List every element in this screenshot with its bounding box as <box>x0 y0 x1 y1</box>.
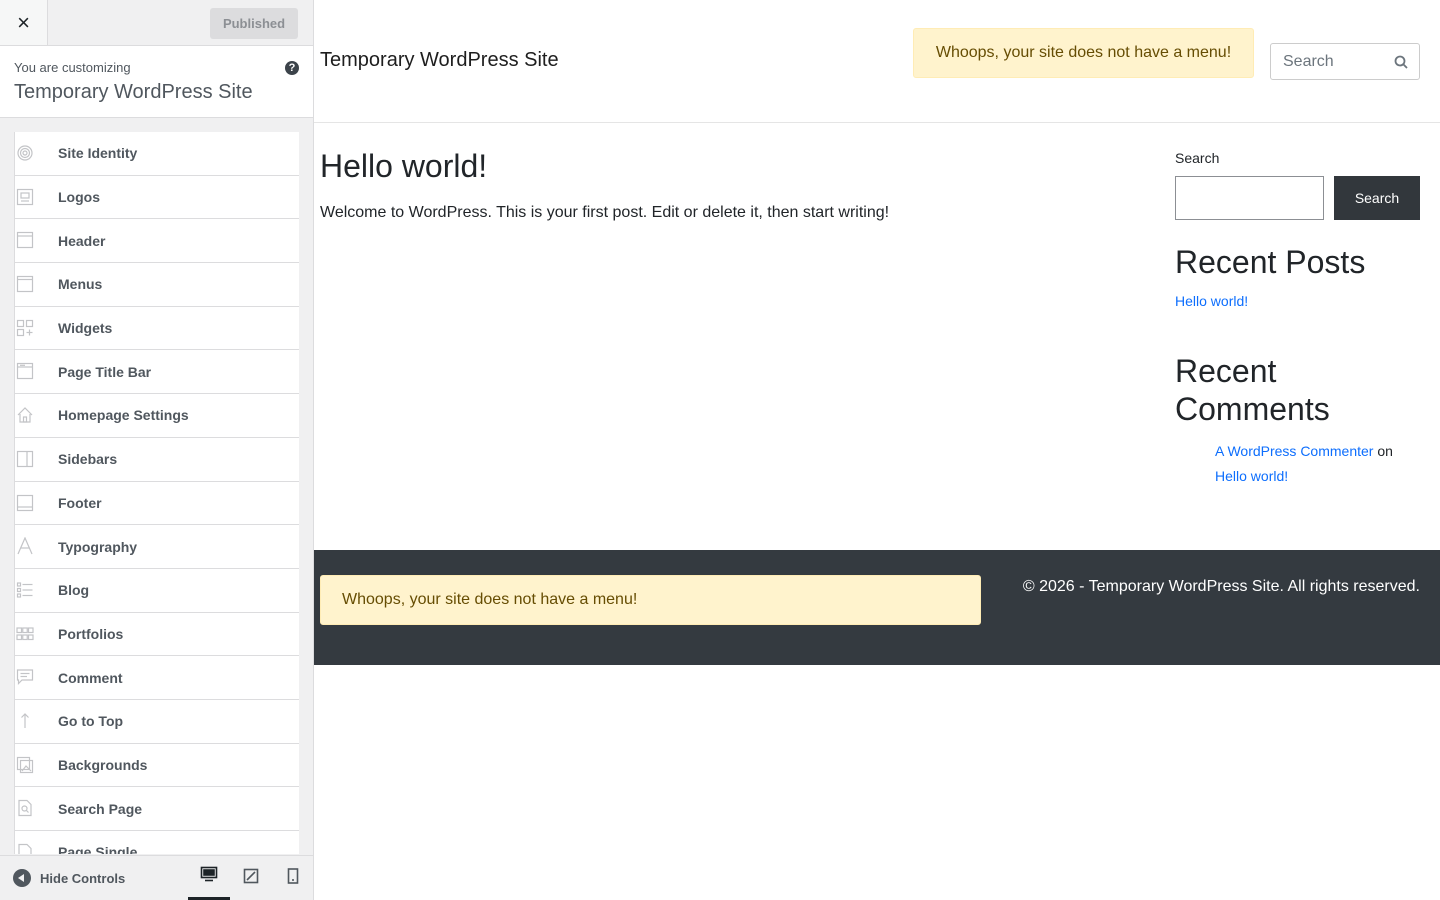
panel-label: Header <box>58 232 106 249</box>
panel-blog[interactable]: Blog <box>14 568 299 613</box>
panel-footer[interactable]: Footer <box>14 481 299 526</box>
recent-comment-item: A WordPress Commenter on Hello world! <box>1215 439 1425 489</box>
title-bar-icon <box>15 361 35 381</box>
help-icon[interactable]: ? <box>285 61 299 75</box>
portfolio-grid-icon <box>15 624 35 644</box>
mobile-icon <box>287 868 299 889</box>
comment-author-link[interactable]: A WordPress Commenter <box>1215 443 1373 459</box>
fingerprint-icon <box>15 143 35 163</box>
site-footer: Whoops, your site does not have a menu! … <box>314 550 1440 665</box>
panel-label: Portfolios <box>58 625 124 642</box>
menu-notice: Whoops, your site does not have a menu! <box>913 28 1254 78</box>
panel-widgets[interactable]: Widgets <box>14 306 299 351</box>
customizing-label: You are customizing <box>14 60 131 75</box>
copyright-text: © 2026 - Temporary WordPress Site. All r… <box>1022 578 1420 595</box>
hide-controls-label: Hide Controls <box>40 870 126 886</box>
panel-label: Backgrounds <box>58 756 148 773</box>
comment-icon <box>15 667 35 687</box>
panel-search-page[interactable]: Search Page <box>14 787 299 831</box>
panel-page-title-bar[interactable]: Page Title Bar <box>14 350 299 395</box>
image-icon <box>15 187 35 207</box>
panel-label: Homepage Settings <box>58 407 189 424</box>
panel-header[interactable]: Header <box>14 219 299 264</box>
panel-logos[interactable]: Logos <box>14 175 299 220</box>
panel-label: Page Single <box>58 844 138 854</box>
panel-go-to-top[interactable]: Go to Top <box>14 699 299 744</box>
site-preview: Temporary WordPress Site Whoops, your si… <box>314 0 1440 900</box>
panel-label: Logos <box>58 189 100 206</box>
arrow-up-icon <box>15 711 35 731</box>
preview-tablet-button[interactable] <box>230 856 272 900</box>
panel-label: Go to Top <box>58 713 124 730</box>
panel-label: Site Identity <box>58 145 138 162</box>
sidebar-search-button[interactable]: Search <box>1334 176 1420 220</box>
panel-menus[interactable]: Menus <box>14 263 299 307</box>
panel-label: Footer <box>58 494 102 511</box>
footer-menu-notice: Whoops, your site does not have a menu! <box>320 575 981 625</box>
search-placeholder: Search <box>1283 53 1334 70</box>
site-title[interactable]: Temporary WordPress Site <box>320 49 559 72</box>
panel-homepage-settings[interactable]: Homepage Settings <box>14 394 299 438</box>
sidebar-search-label: Search <box>1175 150 1220 166</box>
panel-typography[interactable]: Typography <box>14 525 299 569</box>
panel-site-identity[interactable]: Site Identity <box>14 132 299 176</box>
panel-label: Search Page <box>58 800 143 817</box>
hide-controls-button[interactable]: Hide Controls <box>13 869 125 887</box>
panel-label: Menus <box>58 276 103 293</box>
panel-label: Sidebars <box>58 451 118 468</box>
post-content: Welcome to WordPress. This is your first… <box>320 204 890 221</box>
sidebar-search-input[interactable] <box>1175 176 1324 220</box>
customizer-header: × Published <box>0 0 313 46</box>
panel-label: Typography <box>58 538 138 555</box>
panel-backgrounds[interactable]: Backgrounds <box>14 743 299 788</box>
typography-icon <box>15 536 35 556</box>
page-icon <box>15 842 35 854</box>
header-search-input[interactable]: Search <box>1270 43 1420 80</box>
site-header: Temporary WordPress Site Whoops, your si… <box>314 0 1440 123</box>
close-icon: × <box>17 9 30 35</box>
collapse-arrow-icon <box>13 869 31 887</box>
panel-label: Widgets <box>58 320 113 337</box>
search-page-icon <box>15 798 35 818</box>
customizer-sidebar: × Published You are customizing Temporar… <box>0 0 314 900</box>
customizer-panel-list: Site Identity Logos Header Menus Widgets <box>14 132 299 854</box>
widgets-icon <box>15 318 35 338</box>
search-icon[interactable] <box>1394 55 1408 74</box>
sidebar-layout-icon <box>15 449 35 469</box>
panel-comment[interactable]: Comment <box>14 656 299 700</box>
recent-post-link[interactable]: Hello world! <box>1175 293 1248 309</box>
desktop-icon <box>200 866 218 887</box>
blog-list-icon <box>15 580 35 600</box>
panel-label: Page Title Bar <box>58 363 152 380</box>
home-icon <box>15 405 35 425</box>
customizer-footer: Hide Controls <box>0 855 313 900</box>
close-customizer-button[interactable]: × <box>0 0 48 45</box>
customizing-site-name: Temporary WordPress Site <box>14 81 253 103</box>
preview-desktop-button[interactable] <box>188 856 230 900</box>
preview-mobile-button[interactable] <box>272 856 314 900</box>
panel-label: Comment <box>58 669 123 686</box>
tablet-icon <box>243 868 259 889</box>
footer-layout-icon <box>15 493 35 513</box>
panel-portfolios[interactable]: Portfolios <box>14 612 299 657</box>
recent-posts-heading: Recent Posts <box>1175 244 1366 280</box>
panel-sidebars[interactable]: Sidebars <box>14 437 299 482</box>
comment-on-text: on <box>1377 443 1393 459</box>
menu-layout-icon <box>15 274 35 294</box>
backgrounds-icon <box>15 755 35 775</box>
recent-comments-heading: Recent Comments <box>1175 353 1330 427</box>
customizer-info: You are customizing Temporary WordPress … <box>0 46 313 118</box>
post-title[interactable]: Hello world! <box>320 148 487 185</box>
header-layout-icon <box>15 230 35 250</box>
panel-label: Blog <box>58 582 90 599</box>
comment-post-link[interactable]: Hello world! <box>1215 468 1288 484</box>
panel-page-single[interactable]: Page Single <box>14 831 299 854</box>
publish-button[interactable]: Published <box>210 8 298 39</box>
